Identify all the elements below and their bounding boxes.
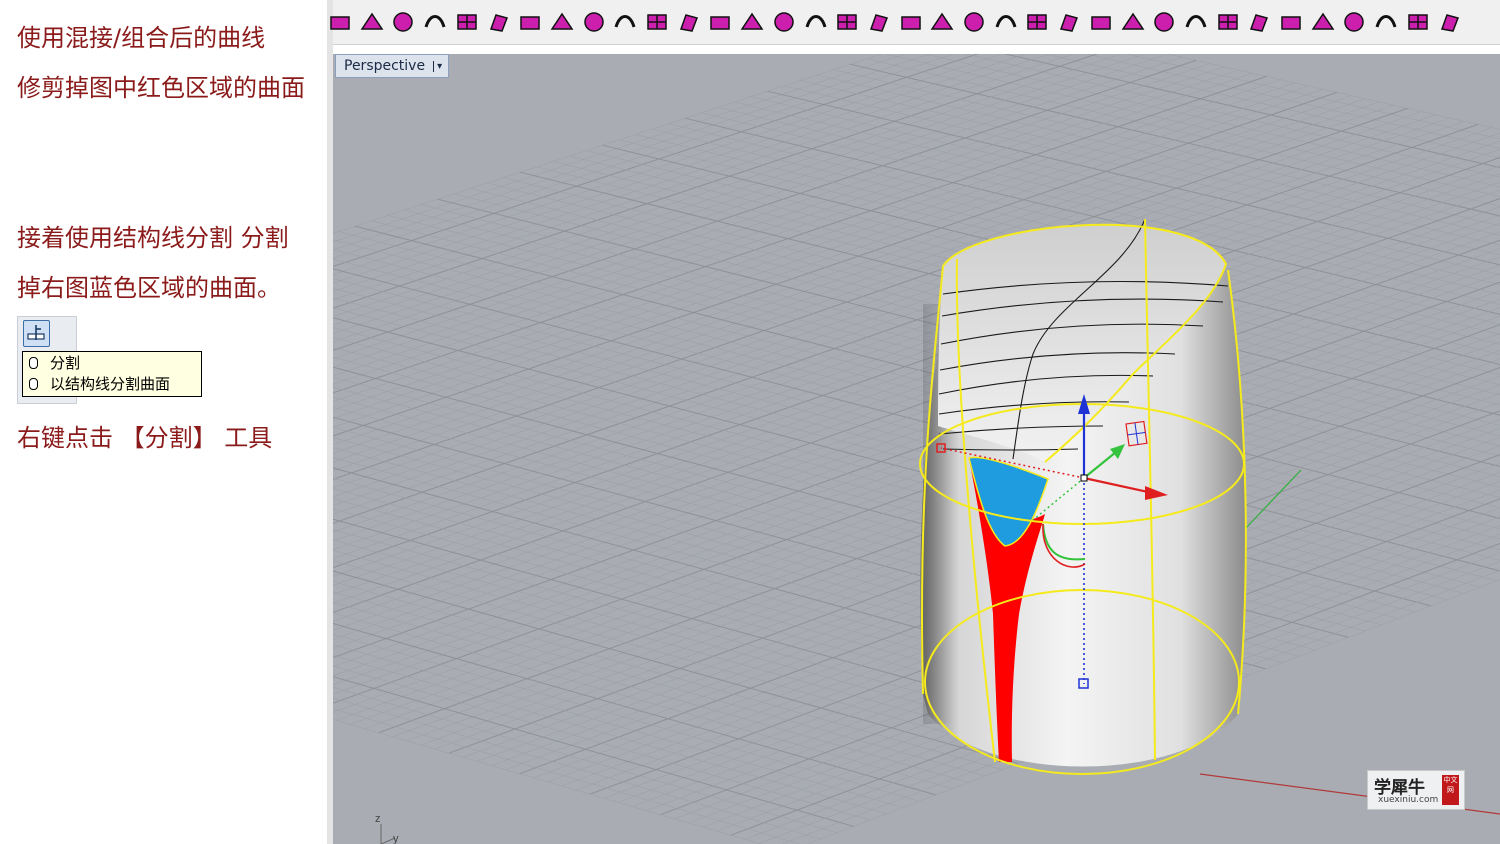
split-icon — [27, 325, 45, 340]
rail-revolve-icon[interactable] — [898, 9, 924, 35]
chamfer-icon[interactable] — [707, 9, 733, 35]
cap-icon[interactable] — [644, 9, 670, 35]
axis-z-label: z — [375, 813, 381, 825]
instruction-line-2: 修剪掉图中红色区域的曲面 — [17, 74, 305, 102]
explode-icon[interactable] — [1151, 9, 1177, 35]
sweep-icon[interactable] — [486, 9, 512, 35]
flow-icon[interactable] — [961, 9, 987, 35]
split-tool-button[interactable] — [23, 320, 50, 347]
set-pivot-icon[interactable] — [1278, 9, 1304, 35]
unroll-icon[interactable] — [1373, 9, 1399, 35]
instruction-panel: 使用混接/组合后的曲线 修剪掉图中红色区域的曲面 接着使用结构线分割 分割 掉右… — [0, 0, 327, 844]
extrude-icon[interactable] — [517, 9, 543, 35]
analyze-icon[interactable] — [1437, 9, 1463, 35]
blend-surface-icon[interactable] — [454, 9, 480, 35]
perspective-viewport[interactable]: z y Perspective ▾ — [333, 54, 1500, 844]
twist-icon[interactable] — [993, 9, 1019, 35]
flip-icon[interactable] — [1215, 9, 1241, 35]
axis-y-label: y — [393, 833, 399, 844]
move-points-icon[interactable] — [739, 9, 765, 35]
bend-icon[interactable] — [1024, 9, 1050, 35]
right-mouse-icon — [29, 378, 38, 390]
tooltip-left-click-label: 分割 — [50, 354, 81, 372]
fillet-icon[interactable] — [581, 9, 607, 35]
instruction-line-1: 使用混接/组合后的曲线 — [17, 24, 266, 52]
control-points-icon[interactable] — [359, 9, 385, 35]
project-icon[interactable] — [1088, 9, 1114, 35]
split-tooltip: 分割 以结构线分割曲面 — [22, 351, 202, 397]
axis-indicator: z y — [375, 813, 399, 844]
watermark-seal: 中文网 — [1442, 775, 1459, 805]
rebuild-icon[interactable] — [327, 9, 353, 35]
viewport-title: Perspective — [344, 58, 426, 74]
solid-box-icon[interactable] — [676, 9, 702, 35]
comb-icon[interactable] — [1341, 9, 1367, 35]
box-edit-icon[interactable] — [390, 9, 416, 35]
instruction-line-3: 接着使用结构线分割 分割 — [17, 224, 289, 252]
check-surface-icon[interactable] — [771, 9, 797, 35]
left-mouse-icon — [29, 357, 38, 369]
curve-tool-icon[interactable] — [422, 9, 448, 35]
delete-points-icon[interactable] — [866, 9, 892, 35]
viewport-menu-chevron-icon[interactable]: ▾ — [433, 60, 442, 72]
grid-surface-icon[interactable] — [803, 9, 829, 35]
world-y-axis — [1244, 469, 1302, 530]
point-grid-icon[interactable] — [1056, 9, 1082, 35]
offset-icon[interactable] — [612, 9, 638, 35]
gumball-center[interactable] — [1080, 474, 1088, 482]
watermark-logo: 学犀牛 xuexiniu.com 中文网 — [1367, 770, 1465, 810]
arch-surface-icon[interactable] — [549, 9, 575, 35]
split-surface-icon[interactable] — [834, 9, 860, 35]
branch-icon[interactable] — [1183, 9, 1209, 35]
viewport-title-tab[interactable]: Perspective ▾ — [335, 54, 450, 78]
gumball-icon[interactable] — [1120, 9, 1146, 35]
watermark-url: xuexiniu.com — [1378, 795, 1439, 805]
rhino-toolbar — [330, 0, 1500, 45]
patch-icon[interactable] — [1405, 9, 1431, 35]
tooltip-right-click-label: 以结构线分割曲面 — [50, 375, 171, 393]
instruction-line-4: 掉右图蓝色区域的曲面。 — [17, 274, 281, 302]
orient-icon[interactable] — [1246, 9, 1272, 35]
network-surface-icon[interactable] — [929, 9, 955, 35]
ground-grid — [333, 54, 1500, 844]
instruction-line-5: 右键点击 【分割】 工具 — [17, 424, 273, 452]
polyhedron-icon[interactable] — [1310, 9, 1336, 35]
viewport-scene: z y — [333, 54, 1500, 844]
